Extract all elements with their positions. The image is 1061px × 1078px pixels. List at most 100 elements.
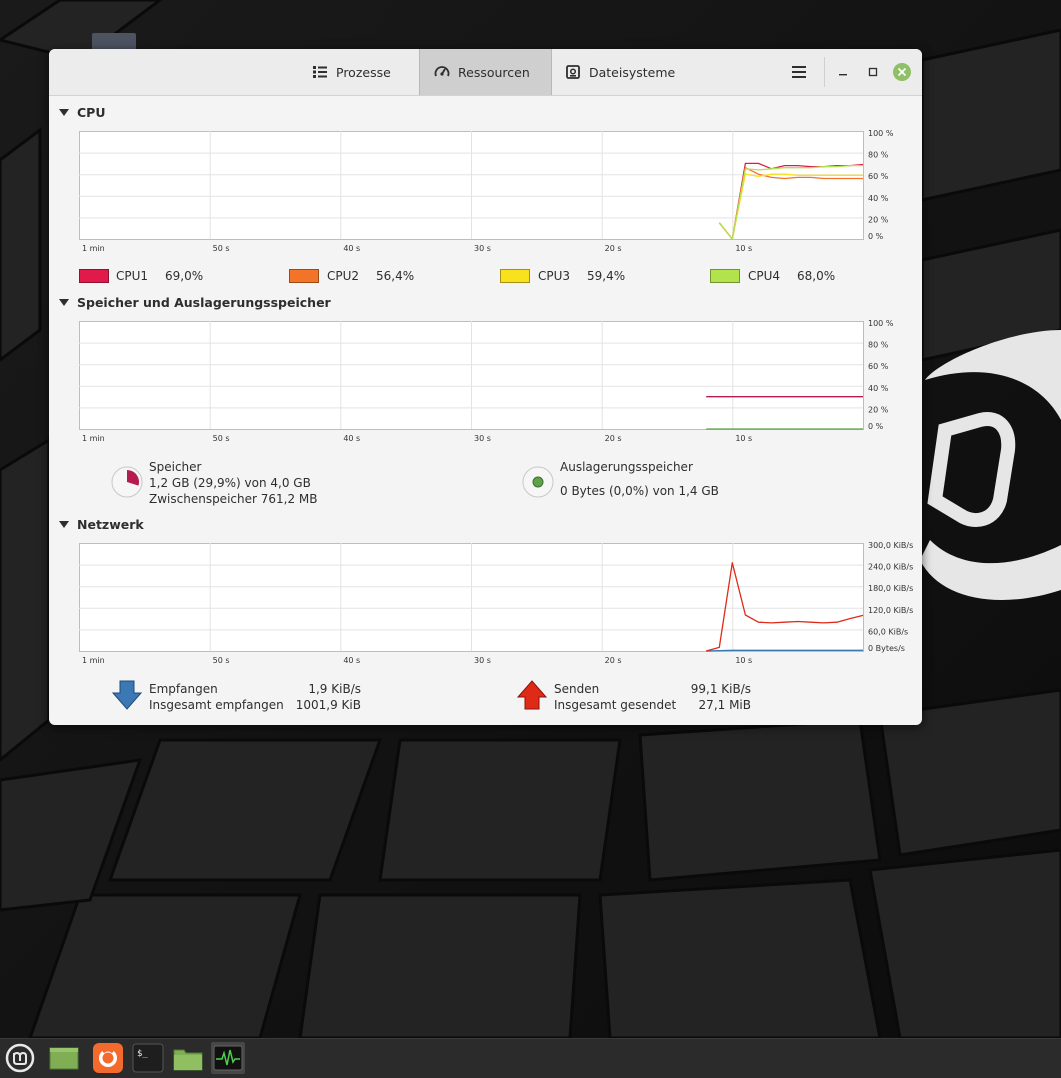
maximize-icon	[868, 67, 878, 77]
network-x-tick-label: 50 s	[213, 656, 230, 665]
send-total-label: Insgesamt gesendet	[554, 698, 677, 712]
cpu-x-tick-label: 40 s	[343, 244, 360, 253]
maximize-button[interactable]	[863, 62, 883, 82]
close-button[interactable]	[893, 63, 911, 81]
send-total: 27,1 MiB	[698, 698, 751, 712]
receive-total: 1001,9 KiB	[295, 698, 361, 712]
memory-x-tick-label: 30 s	[474, 434, 491, 443]
network-y-tick-label: 120,0 KiB/s	[868, 606, 913, 615]
mint-menu-button[interactable]	[4, 1042, 36, 1074]
header-separator	[824, 57, 825, 87]
send-rate: 99,1 KiB/s	[690, 682, 751, 696]
cpu3-value: 59,4%	[587, 269, 626, 283]
cpu-y-tick-label: 20 %	[868, 215, 889, 224]
swap-pie-icon[interactable]	[522, 466, 554, 498]
network-x-tick-label: 40 s	[343, 656, 360, 665]
memory-y-tick-label: 0 %	[868, 422, 884, 431]
close-icon	[897, 67, 907, 77]
cpu-x-tick-label: 10 s	[735, 244, 752, 253]
cpu-section-header[interactable]: CPU	[59, 103, 106, 121]
memory-label: Speicher	[149, 460, 202, 474]
expander-arrow-icon	[59, 520, 69, 528]
swap-info: Auslagerungsspeicher 0 Bytes (0,0%) von …	[560, 459, 719, 499]
network-series-line-1	[706, 649, 863, 652]
firefox-launcher[interactable]	[92, 1042, 124, 1074]
cpu4-color-swatch[interactable]	[710, 269, 740, 283]
tab-resources[interactable]: Ressourcen	[419, 49, 552, 95]
memory-y-tick-label: 40 %	[868, 384, 889, 393]
tab-filesystems-label: Dateisysteme	[589, 64, 676, 80]
files-icon	[173, 1049, 203, 1071]
send-info: Senden Insgesamt gesendet	[554, 681, 676, 713]
memory-x-tick-label: 1 min	[82, 434, 105, 443]
expander-arrow-icon	[59, 108, 69, 116]
memory-x-tick-label: 10 s	[735, 434, 752, 443]
cpu2-color-swatch[interactable]	[289, 269, 319, 283]
swap-value: 0 Bytes (0,0%) von 1,4 GB	[560, 484, 719, 498]
terminal-launcher[interactable]: $_	[132, 1042, 164, 1074]
cpu4-label: CPU4	[748, 269, 781, 283]
memory-y-tick-label: 60 %	[868, 362, 889, 371]
memory-y-tick-label: 80 %	[868, 341, 889, 350]
memory-pie-icon[interactable]	[111, 466, 143, 498]
menu-button[interactable]	[785, 61, 813, 83]
memory-x-tick-label: 50 s	[213, 434, 230, 443]
tab-processes[interactable]: Prozesse	[298, 49, 405, 95]
swap-label: Auslagerungsspeicher	[560, 460, 693, 474]
cpu2-label: CPU2	[327, 269, 360, 283]
list-icon	[313, 66, 327, 78]
network-y-tick-label: 60,0 KiB/s	[868, 627, 908, 636]
system-monitor-window: Prozesse Ressourcen Dateisysteme CPU 100…	[49, 49, 922, 725]
memory-x-tick-label: 40 s	[343, 434, 360, 443]
network-graph: 300,0 KiB/s 240,0 KiB/s 180,0 KiB/s 120,0 K…	[79, 541, 913, 665]
cpu-title: CPU	[77, 104, 106, 120]
tab-filesystems[interactable]: Dateisysteme	[551, 49, 689, 95]
network-y-tick-label: 240,0 KiB/s	[868, 563, 913, 572]
download-arrow-icon[interactable]	[111, 680, 143, 710]
send-values: 99,1 KiB/s 27,1 MiB	[677, 681, 751, 713]
disk-icon	[566, 65, 580, 79]
minimize-icon	[839, 74, 847, 76]
memory-info: Speicher 1,2 GB (29,9%) von 4,0 GB Zwisc…	[149, 459, 318, 507]
system-monitor-icon	[213, 1045, 243, 1071]
cpu-y-tick-label: 40 %	[868, 194, 889, 203]
hamburger-icon	[792, 66, 806, 78]
cpu3-color-swatch[interactable]	[500, 269, 530, 283]
network-y-tick-label: 0 Bytes/s	[868, 644, 905, 653]
files-launcher[interactable]	[172, 1042, 204, 1074]
memory-section-header[interactable]: Speicher und Auslagerungsspeicher	[59, 293, 331, 311]
memory-value: 1,2 GB (29,9%) von 4,0 GB	[149, 476, 311, 490]
show-desktop-icon	[49, 1047, 79, 1070]
taskbar: $_	[0, 1038, 1061, 1078]
cpu1-color-swatch[interactable]	[79, 269, 109, 283]
cpu1-label: CPU1	[116, 269, 149, 283]
cpu-x-tick-label: 50 s	[213, 244, 230, 253]
cpu1-value: 69,0%	[165, 269, 204, 283]
network-y-tick-label: 300,0 KiB/s	[868, 541, 913, 550]
cpu-x-tick-label: 30 s	[474, 244, 491, 253]
upload-arrow-icon[interactable]	[516, 680, 548, 710]
send-label: Senden	[554, 682, 600, 696]
network-title: Netzwerk	[77, 516, 144, 532]
system-monitor-task[interactable]	[211, 1042, 245, 1074]
cpu-y-tick-label: 80 %	[868, 151, 889, 160]
memory-title: Speicher und Auslagerungsspeicher	[77, 294, 331, 310]
cpu2-value: 56,4%	[376, 269, 415, 283]
show-desktop-button[interactable]	[48, 1042, 80, 1074]
mint-menu-icon	[5, 1043, 35, 1073]
terminal-icon: $_	[132, 1043, 164, 1073]
memory-cache: Zwischenspeicher 761,2 MB	[149, 492, 318, 506]
receive-label: Empfangen	[149, 682, 218, 696]
network-x-tick-label: 30 s	[474, 656, 491, 665]
firefox-icon	[93, 1043, 123, 1073]
network-section-header[interactable]: Netzwerk	[59, 515, 144, 533]
memory-x-tick-label: 20 s	[605, 434, 622, 443]
tab-resources-label: Ressourcen	[458, 64, 530, 80]
cpu-graph: 100 % 80 % 60 % 40 % 20 % 0 % 1 min 50 s 40 s 30 …	[79, 129, 894, 253]
cpu4-value: 68,0%	[797, 269, 836, 283]
cpu3-label: CPU3	[538, 269, 571, 283]
minimize-button[interactable]	[833, 62, 853, 82]
gauge-icon	[434, 66, 450, 77]
expander-arrow-icon	[59, 298, 69, 306]
memory-graph: 100 % 80 % 60 % 40 % 20 % 0 % 1 min 50 s 40 s 30 …	[79, 319, 894, 443]
